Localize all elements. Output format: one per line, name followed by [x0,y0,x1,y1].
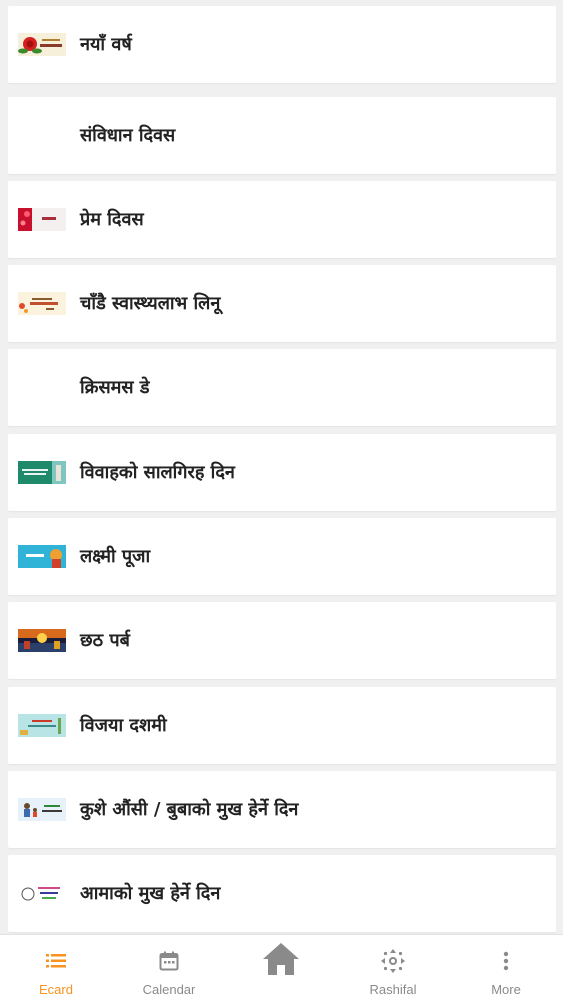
ecard-title: क्रिसमस डे [80,377,150,398]
ecard-item-wedding-anniversary[interactable]: विवाहको सालगिरह दिन [8,434,556,511]
ecard-title: लक्ष्मी पूजा [80,546,151,567]
zodiac-icon [337,949,449,973]
ecard-title: प्रेम दिवस [80,209,144,230]
ecard-item-vijaya-dashami[interactable]: विजया दशमी [8,687,556,764]
ecard-item-new-year[interactable]: नयाँ वर्ष [8,6,556,83]
ecard-title: विवाहको सालगिरह दिन [80,462,235,483]
ecard-title: विजया दशमी [80,715,167,736]
laxmi-puja-thumbnail [18,545,66,568]
ecard-title: नयाँ वर्ष [80,34,132,55]
nav-more-label: More [491,982,521,997]
ecard-item-christmas-day[interactable]: क्रिसमस डे [8,349,556,426]
ecard-item-laxmi-puja[interactable]: लक्ष्मी पूजा [8,518,556,595]
nav-ecard[interactable]: Ecard [0,935,112,1001]
valentine-thumbnail [18,208,66,231]
ecard-title: संविधान दिवस [80,125,176,146]
ecard-item-get-well-soon[interactable]: चाँडै स्वास्थ्यलाभ लिनू [8,265,556,342]
bottom-navigation: Ecard Calendar Rashifal More [0,934,563,1001]
nav-ecard-label: Ecard [39,982,73,997]
nav-rashifal[interactable]: Rashifal [337,935,449,1001]
ecard-list: नयाँ वर्ष संविधान दिवस प्रेम दिवस चाँडै … [8,6,556,934]
ecard-title: आमाको मुख हेर्ने दिन [80,883,221,904]
new-year-rose-thumbnail [18,33,66,56]
mothers-day-thumbnail [18,882,66,905]
more-vertical-icon [450,949,562,973]
nav-calendar[interactable]: Calendar [113,935,225,1001]
ecard-title: छठ पर्ब [80,630,130,651]
fathers-day-thumbnail [18,798,66,821]
anniversary-thumbnail [18,461,66,484]
ecard-item-chhath[interactable]: छठ पर्ब [8,602,556,679]
ecard-title: कुशे औंसी / बुबाको मुख हेर्ने दिन [80,799,299,820]
nav-calendar-label: Calendar [142,982,196,997]
ecard-item-constitution-day[interactable]: संविधान दिवस [8,97,556,174]
get-well-soon-thumbnail [18,292,66,315]
nav-home[interactable] [225,935,337,1001]
ecard-item-mothers-day[interactable]: आमाको मुख हेर्ने दिन [8,855,556,932]
chhath-thumbnail [18,629,66,652]
nav-rashifal-label: Rashifal [369,982,417,997]
vijaya-dashami-thumbnail [18,714,66,737]
ecard-item-valentines-day[interactable]: प्रेम दिवस [8,181,556,258]
list-icon [0,949,112,973]
nav-more[interactable]: More [450,935,562,1001]
ecard-title: चाँडै स्वास्थ्यलाभ लिनू [80,293,221,314]
home-icon [225,941,337,977]
calendar-icon [113,949,225,973]
ecard-item-fathers-day[interactable]: कुशे औंसी / बुबाको मुख हेर्ने दिन [8,771,556,848]
